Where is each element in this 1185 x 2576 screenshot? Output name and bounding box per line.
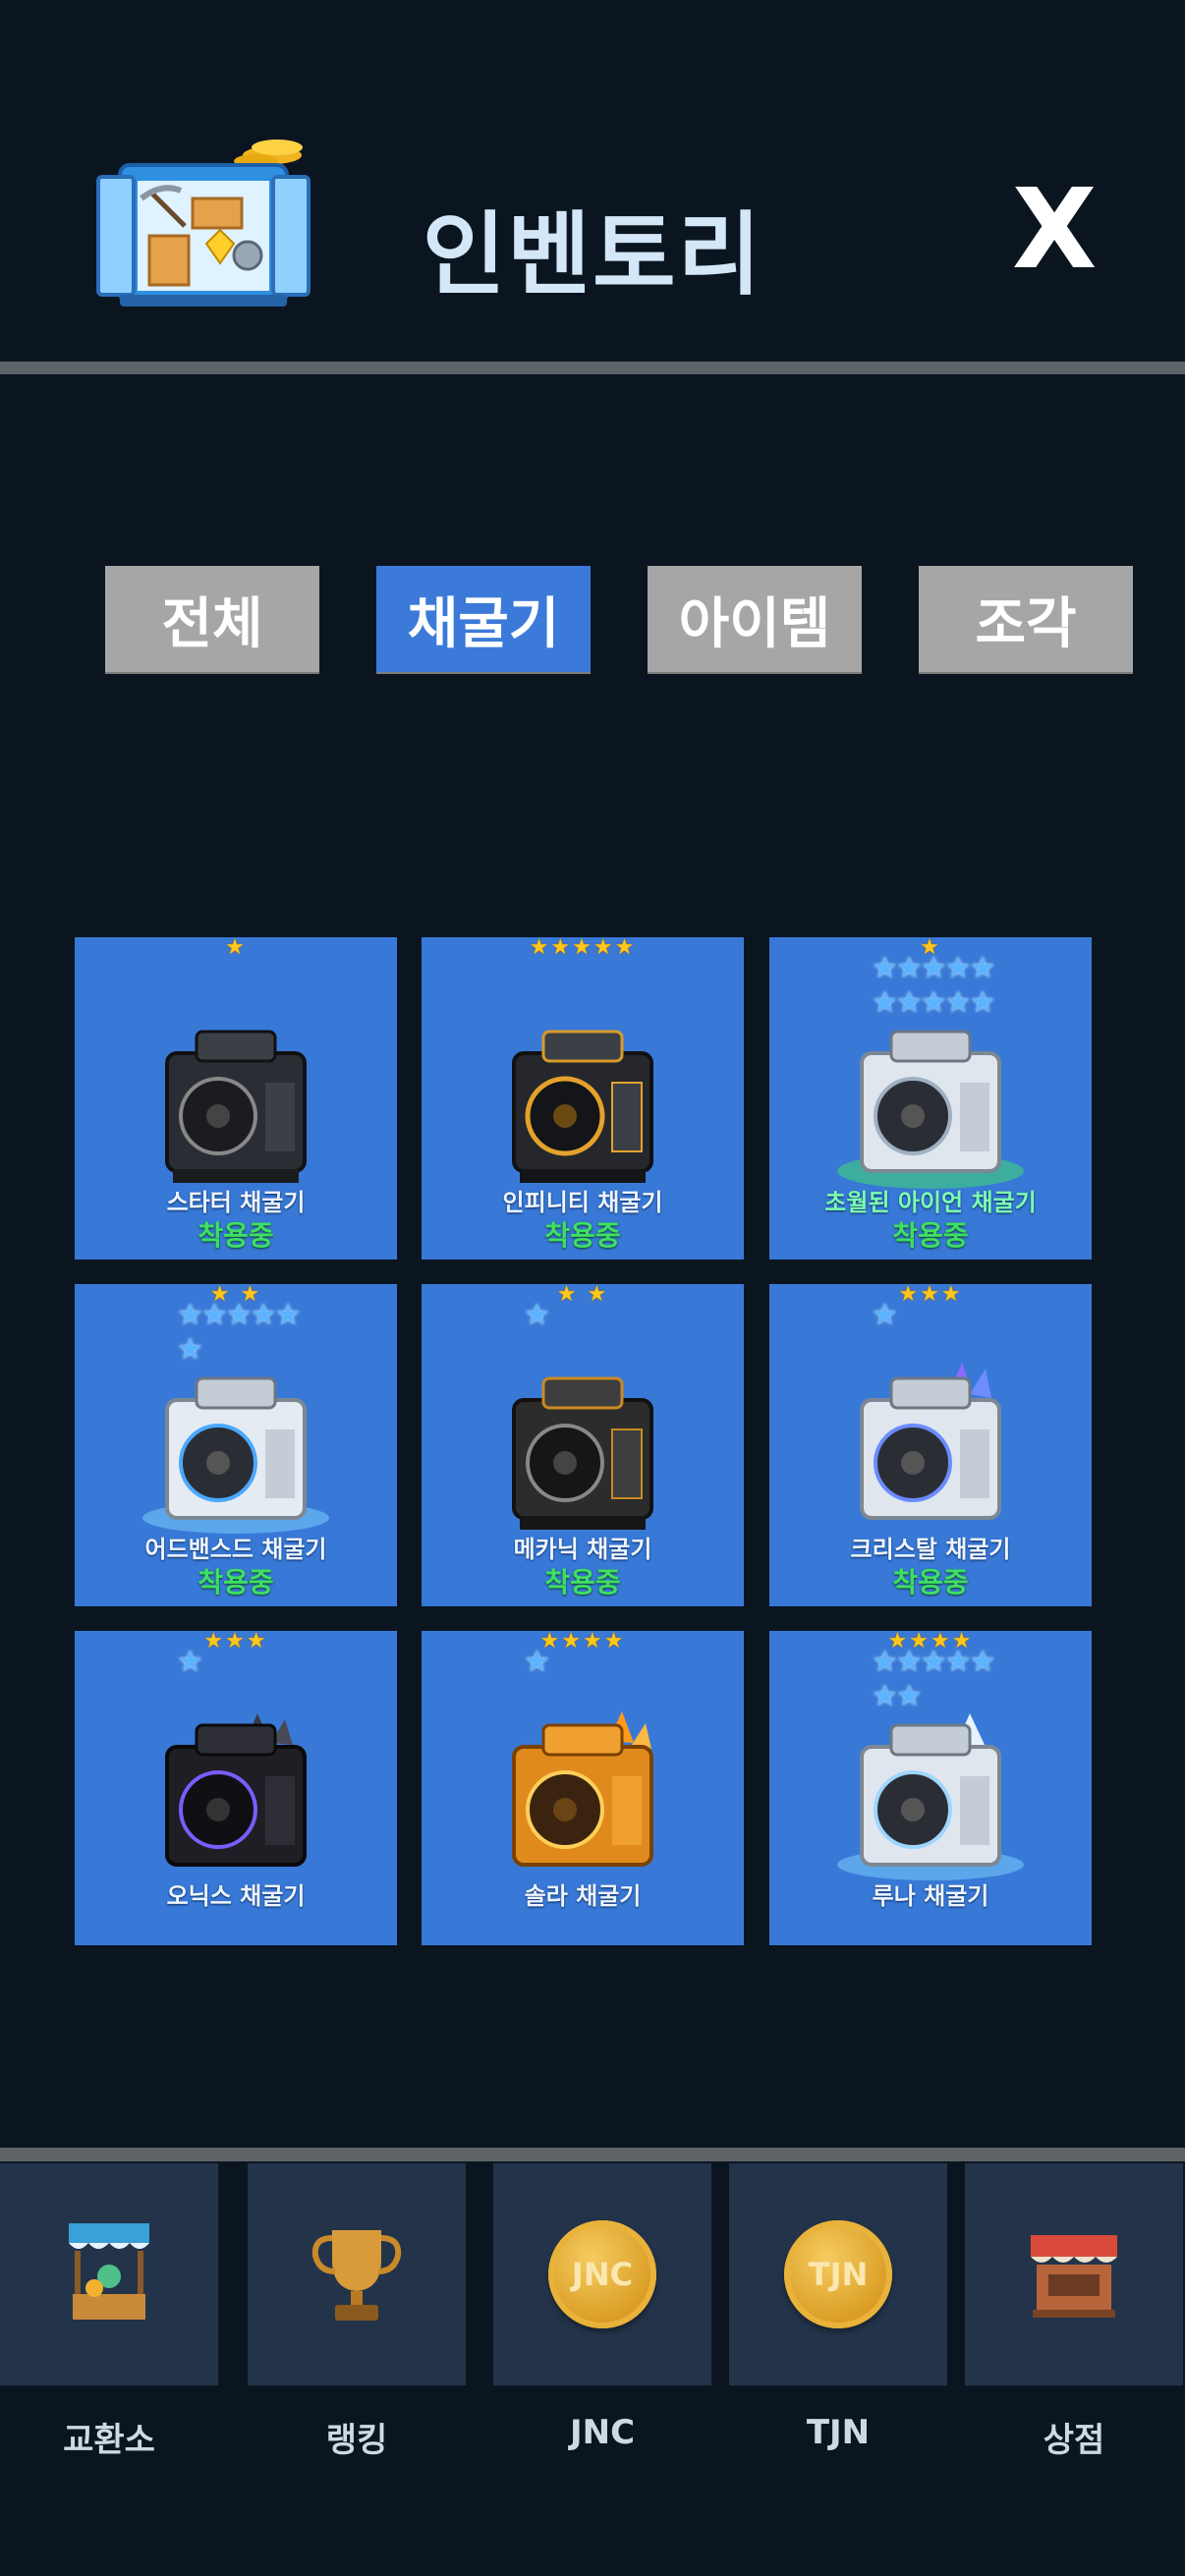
tab-miners[interactable]: 채굴기: [376, 566, 591, 672]
blue-stars: ★: [524, 1645, 550, 1679]
nav-item-jnc[interactable]: JNC JNC: [493, 2163, 711, 2452]
miner-name: 메카닉 채굴기: [513, 1536, 652, 1563]
equipped-status: 착용중: [198, 1219, 274, 1252]
miner-name: 인피니티 채굴기: [502, 1189, 663, 1216]
shop-icon: [1031, 2235, 1117, 2318]
blue-stars: ★★★★★ ★★★★★: [872, 951, 995, 1020]
tab-items[interactable]: 아이템: [648, 566, 862, 672]
jnc-coin-icon: JNC: [548, 2220, 656, 2328]
nav-icon-box[interactable]: [248, 2163, 466, 2385]
equipped-status: 착용중: [198, 1566, 274, 1598]
category-tabs: 전체 채굴기 아이템 조각: [0, 566, 1185, 672]
blue-stars: ★: [177, 1645, 203, 1679]
header: 인벤토리 X: [0, 0, 1185, 364]
miner-icon: [512, 1030, 653, 1183]
gold-stars: ★★★★: [539, 1631, 626, 1653]
miner-card-mechanic[interactable]: ★ ★ ★ 메카닉 채굴기 착용중: [422, 1284, 744, 1606]
miner-icon: [142, 1376, 329, 1534]
miner-icon: [512, 1376, 653, 1530]
miner-icon: [860, 1363, 1001, 1520]
nav-label: JNC: [569, 2413, 636, 2452]
gold-stars: ★★★: [203, 1631, 268, 1653]
miner-card-onyx[interactable]: ★★★ ★ 오닉스 채굴기: [75, 1631, 397, 1945]
equipped-status: 착용중: [544, 1566, 621, 1598]
miner-card-luna[interactable]: ★★★★ ★★★★★ ★★ 루나 채굴기: [769, 1631, 1092, 1945]
blue-stars: ★★★★★ ★★: [872, 1645, 995, 1713]
miner-card-transcended-iron[interactable]: ★ ★★★★★ ★★★★★ 초월된 아이언 채굴기 착용중: [769, 937, 1092, 1260]
header-divider: [0, 362, 1185, 374]
nav-label: 랭킹: [325, 2421, 388, 2460]
trophy-icon: [311, 2230, 402, 2321]
tjn-coin-icon: TJN: [784, 2220, 892, 2328]
miner-icon: [165, 1030, 307, 1183]
miner-name: 스타터 채굴기: [166, 1189, 306, 1216]
miner-card-infinity[interactable]: ★★★★★ 인피니티 채굴기 착용중: [422, 937, 744, 1260]
miner-icon: [837, 1713, 1024, 1880]
miner-name: 루나 채굴기: [872, 1882, 989, 1910]
nav-divider: [0, 2148, 1185, 2161]
equipped-status: 착용중: [892, 1219, 969, 1252]
miner-card-solar[interactable]: ★★★★ ★ 솔라 채굴기: [422, 1631, 744, 1945]
blue-stars: ★★★★★ ★: [177, 1298, 301, 1367]
equipped-status: 착용중: [892, 1566, 969, 1598]
miner-name: 크리스탈 채굴기: [850, 1536, 1011, 1563]
exchange-stall-icon: [69, 2223, 149, 2320]
blue-stars: ★: [872, 1298, 898, 1332]
blue-stars: ★: [524, 1298, 550, 1332]
nav-label: TJN: [806, 2413, 871, 2452]
miner-name: 어드밴스드 채굴기: [144, 1536, 327, 1563]
gold-stars: ★★★★★: [529, 937, 637, 960]
miner-icon: [512, 1711, 653, 1867]
gold-stars: ★: [225, 937, 247, 960]
miner-card-starter[interactable]: ★ 스타터 채굴기 착용중: [75, 937, 397, 1260]
nav-item-shop[interactable]: 상점: [965, 2163, 1183, 2461]
nav-item-tjn[interactable]: TJN TJN: [729, 2163, 947, 2452]
nav-icon-box[interactable]: [0, 2163, 218, 2385]
miner-name: 솔라 채굴기: [524, 1882, 642, 1910]
equipped-status: 착용중: [544, 1219, 621, 1252]
gold-stars: ★ ★: [556, 1284, 609, 1307]
nav-item-exchange[interactable]: 교환소: [0, 2163, 218, 2461]
gold-stars: ★★★: [898, 1284, 963, 1307]
nav-icon-box[interactable]: [965, 2163, 1183, 2385]
bottom-nav: 교환소 랭킹 JNC JNC TJN TJN 상점: [0, 2163, 1185, 2576]
page-title: 인벤토리: [422, 202, 763, 308]
miner-name: 초월된 아이언 채굴기: [824, 1189, 1037, 1216]
miner-card-crystal[interactable]: ★★★ ★ 크리스탈 채굴기 착용중: [769, 1284, 1092, 1606]
nav-label: 교환소: [63, 2421, 155, 2460]
nav-icon-box[interactable]: JNC: [493, 2163, 711, 2385]
tab-all[interactable]: 전체: [105, 566, 319, 672]
miner-card-advanced[interactable]: ★ ★ ★★★★★ ★ 어드밴스드 채굴기 착용중: [75, 1284, 397, 1606]
nav-item-ranking[interactable]: 랭킹: [248, 2163, 466, 2461]
miner-name: 오닉스 채굴기: [166, 1882, 306, 1910]
nav-icon-box[interactable]: TJN: [729, 2163, 947, 2385]
miner-icon: [837, 1030, 1024, 1189]
tab-fragments[interactable]: 조각: [919, 566, 1133, 672]
miner-icon: [165, 1713, 307, 1867]
nav-label: 상점: [1043, 2421, 1105, 2460]
close-button[interactable]: X: [1012, 175, 1097, 285]
